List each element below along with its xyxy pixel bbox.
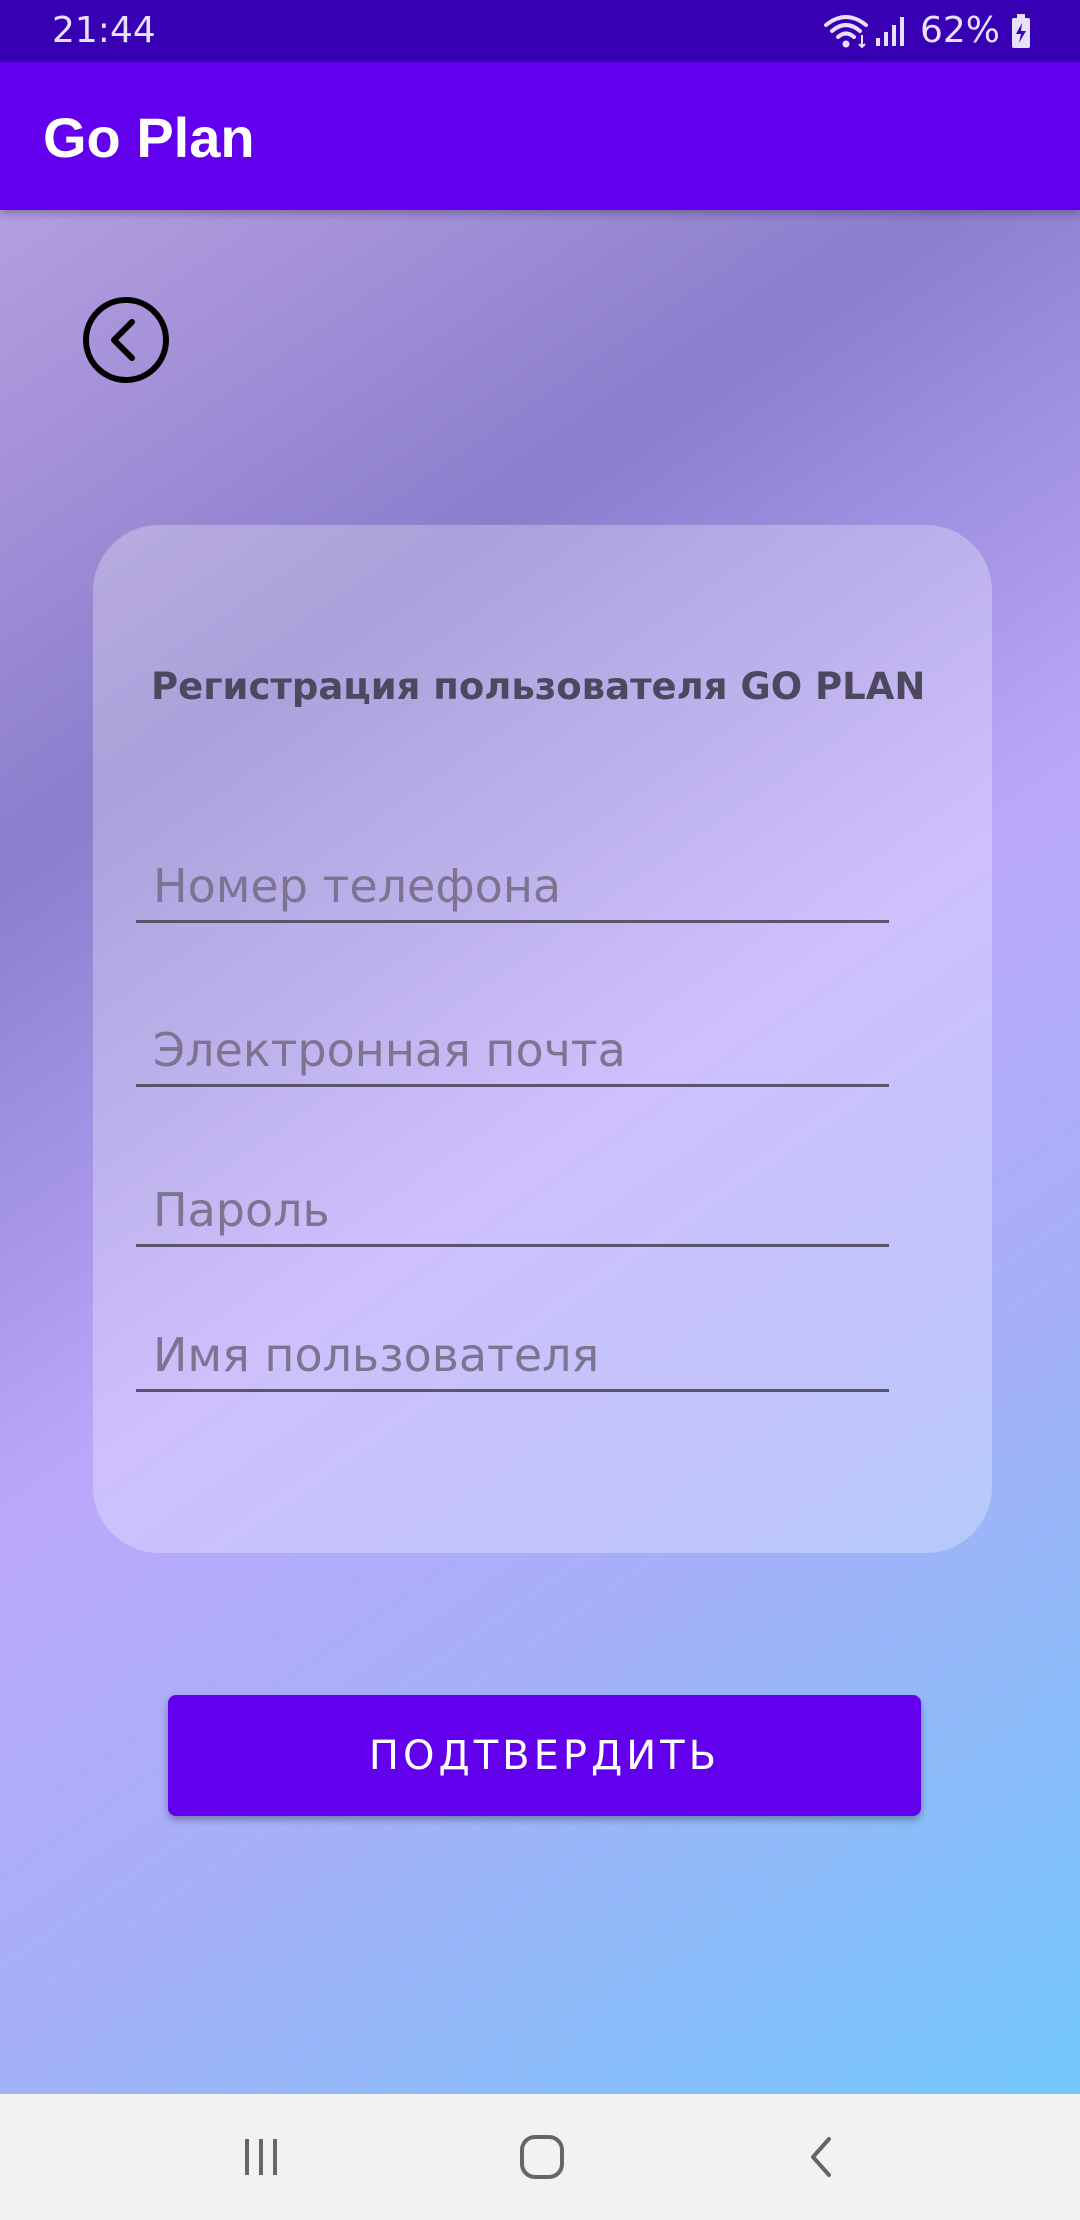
back-button[interactable] [80,294,172,386]
signal-icon [874,14,908,48]
confirm-button[interactable]: ПОДТВЕРДИТЬ [168,1695,921,1816]
phone-number-field[interactable]: Номер телефона [136,846,889,923]
wifi-icon [823,13,868,49]
email-placeholder: Электронная почта [153,1023,626,1077]
status-icons: 62% [823,8,1032,54]
battery-percentage: 62% [919,10,1000,51]
email-field[interactable]: Электронная почта [136,1010,889,1087]
home-icon [518,2133,566,2181]
registration-screen: Регистрация пользователя GO PLAN Номер т… [0,210,1080,2094]
status-time: 21:44 [52,10,156,51]
password-field[interactable]: Пароль [136,1170,889,1247]
username-placeholder: Имя пользователя [153,1328,600,1382]
password-placeholder: Пароль [153,1183,330,1237]
back-icon [801,2133,845,2181]
system-back-button[interactable] [783,2124,863,2190]
navigation-bar [0,2094,1080,2220]
phone-number-placeholder: Номер телефона [153,859,562,913]
confirm-button-label: ПОДТВЕРДИТЬ [368,1732,721,1779]
registration-card: Регистрация пользователя GO PLAN Номер т… [93,525,992,1553]
app-bar: Go Plan [0,62,1080,210]
recent-apps-button[interactable] [221,2124,301,2190]
form-title: Регистрация пользователя GO PLAN [151,665,926,708]
recent-apps-icon [239,2135,283,2179]
chevron-left-circle-icon [80,294,172,386]
status-bar: 21:44 62% [0,0,1080,62]
username-field[interactable]: Имя пользователя [136,1315,889,1392]
home-button[interactable] [502,2124,582,2190]
app-title: Go Plan [43,106,255,169]
battery-charging-icon [1010,13,1032,49]
